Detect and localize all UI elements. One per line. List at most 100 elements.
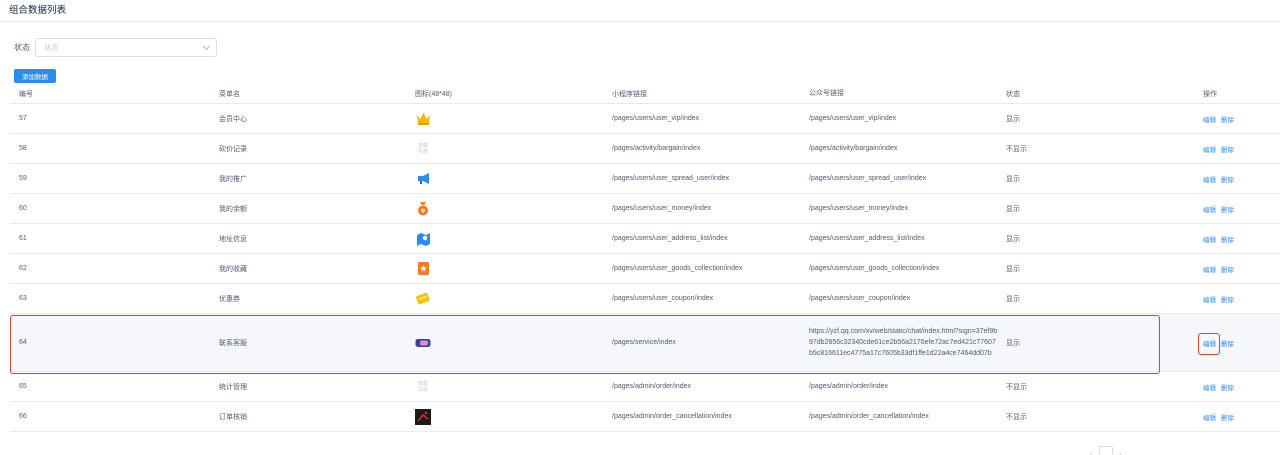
edit-button[interactable]: 编辑: [1203, 114, 1216, 124]
row-icon-cell: [415, 104, 431, 133]
edit-button[interactable]: 编辑: [1203, 174, 1216, 184]
placeholder-line: 失败: [417, 386, 428, 393]
delete-button[interactable]: 删除: [1221, 338, 1234, 348]
delete-button[interactable]: 删除: [1221, 174, 1234, 184]
row-icon-cell: [415, 284, 431, 313]
table-row: 64 联系客服/pages/service/index https://yzf.qq…: [10, 314, 1280, 372]
delete-button[interactable]: 删除: [1221, 234, 1234, 244]
row-status: 显示: [1006, 175, 1020, 183]
money-bag-icon: [415, 201, 431, 217]
row-official-account-link: /pages/admin/order_cancellation/index: [809, 413, 929, 420]
delete-button[interactable]: 删除: [1221, 294, 1234, 304]
row-id: 58: [19, 145, 27, 152]
column-header-icon: 图标(48*48): [415, 90, 452, 98]
row-status: 显示: [1006, 339, 1020, 347]
row-icon-cell: [415, 254, 431, 283]
row-actions: 编辑 删除: [1203, 134, 1234, 163]
row-status: 显示: [1006, 265, 1020, 273]
edit-button[interactable]: 编辑: [1203, 144, 1216, 154]
row-actions: 编辑 删除: [1203, 314, 1234, 371]
prev-page-icon[interactable]: ‹: [1090, 449, 1093, 455]
row-menu-name: 订单核销: [219, 413, 247, 421]
edit-button[interactable]: 编辑: [1203, 294, 1216, 304]
page-title: 组合数据列表: [9, 5, 67, 16]
table-row: 63 优惠券/pages/users/user_coupon/index/page…: [10, 284, 1280, 314]
next-page-icon[interactable]: ›: [1119, 449, 1122, 455]
row-id: 59: [19, 175, 27, 182]
placeholder-icon: 加载 失败: [415, 141, 431, 157]
row-id: 64: [19, 339, 27, 346]
placeholder-line: 失败: [417, 148, 428, 155]
edit-button[interactable]: 编辑: [1203, 412, 1216, 422]
edit-button[interactable]: 编辑: [1203, 382, 1216, 392]
row-mini-program-link: /pages/users/user_vip/index: [612, 115, 700, 122]
row-official-account-link: /pages/users/user_address_list/index: [809, 235, 925, 242]
row-icon-cell: [415, 224, 431, 253]
delete-button[interactable]: 删除: [1221, 144, 1234, 154]
row-icon-cell: 加载 失败: [415, 134, 431, 163]
row-menu-name: 会员中心: [219, 115, 247, 123]
row-actions: 编辑 删除: [1203, 224, 1234, 253]
row-icon-cell: 加载 失败: [415, 372, 431, 401]
row-menu-name: 统计管理: [219, 383, 247, 391]
row-mini-program-link: /pages/admin/order/index: [612, 383, 691, 390]
row-mini-program-link: /pages/users/user_coupon/index: [612, 295, 714, 302]
collection-icon: [415, 261, 431, 277]
row-id: 65: [19, 383, 27, 390]
placeholder-icon: 加载 失败: [415, 379, 431, 395]
delete-button[interactable]: 删除: [1221, 382, 1234, 392]
column-header-actions: 操作: [1203, 90, 1217, 98]
status-select[interactable]: 状态: [35, 38, 217, 57]
row-mini-program-link: /pages/users/user_address_list/index: [612, 235, 728, 242]
table-row: 61 地址信息/pages/users/user_address_list/ind…: [10, 224, 1280, 254]
table-row: 65 统计管理 加载 失败/pages/admin/order/index/pages…: [10, 372, 1280, 402]
map-icon: [415, 231, 431, 247]
row-menu-name: 我的推广: [219, 175, 247, 183]
row-official-account-link: https://yzf.qq.com/xv/web/static/chat/in…: [809, 328, 998, 357]
chevron-down-icon: [202, 42, 211, 51]
row-status: 不显示: [1006, 145, 1027, 153]
row-status: 显示: [1006, 205, 1020, 213]
table-row: 59 我的推广/pages/users/user_spread_user/inde…: [10, 164, 1280, 194]
customer-service-icon: [415, 335, 431, 351]
pagination: ‹ ›: [1090, 446, 1121, 455]
delete-button[interactable]: 删除: [1221, 264, 1234, 274]
status-filter-label: 状态: [14, 43, 30, 52]
crown-icon: [415, 111, 431, 127]
row-status: 不显示: [1006, 383, 1027, 391]
row-menu-name: 我的余额: [219, 205, 247, 213]
column-header-mini-link: 小程序链接: [612, 90, 647, 98]
status-select-placeholder: 状态: [44, 43, 59, 52]
data-table: 编号 菜单名 图标(48*48) 小程序链接 公众号链接 状态 操作 57 会员中…: [10, 84, 1280, 432]
delete-button[interactable]: 删除: [1221, 114, 1234, 124]
edit-button[interactable]: 编辑: [1203, 338, 1216, 348]
row-mini-program-link: /pages/users/user_goods_collection/index: [612, 265, 743, 272]
row-icon-cell: [415, 164, 431, 193]
row-official-account-link: /pages/users/user_goods_collection/index: [809, 265, 940, 272]
row-mini-program-link: /pages/service/index: [612, 339, 676, 346]
row-official-account-link: /pages/users/user_spread_user/index: [809, 175, 927, 182]
table-row: 66 订单核销/pages/admin/order_cancellation/in…: [10, 402, 1280, 432]
row-actions: 编辑 删除: [1203, 194, 1234, 223]
row-mini-program-link: /pages/activity/bargain/index: [612, 145, 701, 152]
page-box[interactable]: [1098, 446, 1113, 455]
row-icon-cell: [415, 194, 431, 223]
add-data-button[interactable]: 添加数据: [14, 69, 56, 83]
edit-button[interactable]: 编辑: [1203, 204, 1216, 214]
row-actions: 编辑 删除: [1203, 104, 1234, 133]
row-official-account-link: /pages/users/user_money/index: [809, 205, 909, 212]
row-icon-cell: [415, 314, 431, 371]
row-id: 60: [19, 205, 27, 212]
row-actions: 编辑 删除: [1203, 284, 1234, 313]
edit-button[interactable]: 编辑: [1203, 234, 1216, 244]
column-header-oa-link: 公众号链接: [809, 90, 844, 97]
delete-button[interactable]: 删除: [1221, 412, 1234, 422]
page-header: 组合数据列表: [0, 0, 1280, 22]
edit-button[interactable]: 编辑: [1203, 264, 1216, 274]
delete-button[interactable]: 删除: [1221, 204, 1234, 214]
table-row: 57 会员中心/pages/users/user_vip/index/pages/…: [10, 104, 1280, 134]
row-id: 61: [19, 235, 27, 242]
column-header-id: 编号: [19, 90, 33, 98]
row-official-account-link: /pages/activity/bargain/index: [809, 145, 898, 152]
row-menu-name: 砍价记录: [219, 145, 247, 153]
